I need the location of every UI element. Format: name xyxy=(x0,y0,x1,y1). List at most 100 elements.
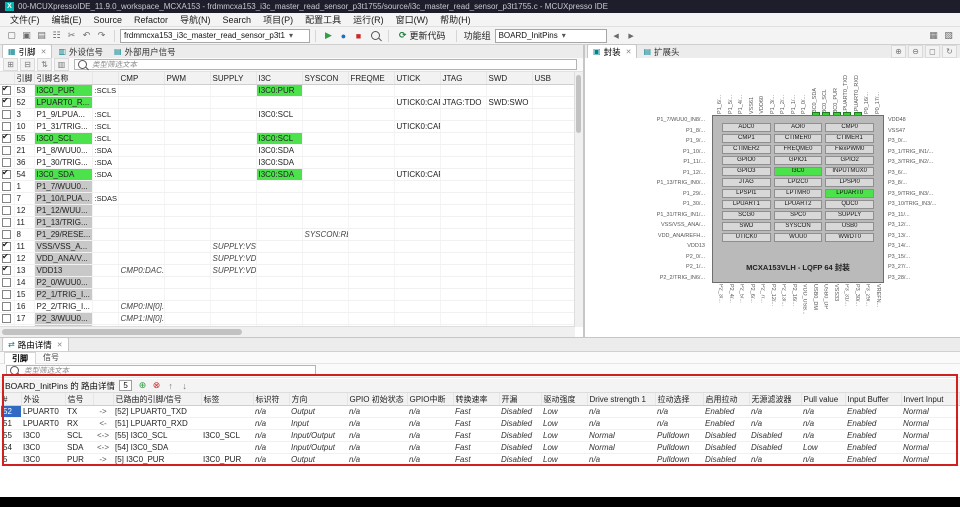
menu-item[interactable]: 配置工具 xyxy=(299,13,347,26)
pin-function-cell[interactable] xyxy=(532,228,575,241)
right-pin-label[interactable]: P3_9/TRIG_IN3/... xyxy=(888,189,933,200)
pin-checkbox[interactable] xyxy=(2,290,11,300)
pin-function-cell[interactable] xyxy=(394,312,441,325)
pin-function-cell[interactable] xyxy=(302,144,349,157)
pin-row[interactable]: 55 I3C0_SCL :SCL I3C0:SCL xyxy=(0,132,575,145)
routing-column-header[interactable]: 无源滤波器 xyxy=(749,393,802,406)
module-block[interactable]: LPTMR0 xyxy=(773,189,823,198)
pin-function-cell[interactable] xyxy=(302,180,349,193)
routing-cell[interactable]: Enabled xyxy=(845,417,901,430)
left-pin-label[interactable]: P1_10/... xyxy=(683,147,705,158)
pin-function-cell[interactable] xyxy=(532,156,575,169)
routing-cell[interactable]: PUR xyxy=(65,453,93,466)
subtab-pins[interactable]: 引脚 xyxy=(4,351,36,364)
tab-external-user-signals[interactable]: ▤ 外部用户信号 xyxy=(109,45,181,58)
tab-routing-details[interactable]: ⇄ 路由详情 ✕ xyxy=(2,337,69,351)
routing-column-header[interactable]: 拉动选择 xyxy=(655,393,704,406)
routing-cell[interactable]: TX xyxy=(65,405,93,418)
routing-cell[interactable]: Low xyxy=(541,417,587,430)
menu-item[interactable]: 窗口(W) xyxy=(390,13,435,26)
menu-item[interactable]: Refactor xyxy=(128,15,174,25)
pin-function-cell[interactable] xyxy=(164,156,211,169)
search-icon[interactable] xyxy=(368,29,383,43)
routing-cell[interactable]: n/a xyxy=(253,441,289,454)
pin-checkbox[interactable] xyxy=(2,194,11,204)
pin-function-cell[interactable] xyxy=(394,240,441,253)
routing-cell[interactable]: Pulldown xyxy=(655,453,703,466)
pin-function-cell[interactable] xyxy=(210,132,257,145)
module-block[interactable]: CMP0 xyxy=(825,123,874,132)
module-block[interactable]: SPC0 xyxy=(773,211,823,220)
pin-row[interactable]: 7 P1_10/LPUA... :SDAS xyxy=(0,192,575,205)
right-pin-label[interactable]: P3_0/... xyxy=(888,136,907,147)
pin-function-cell[interactable]: UTICK0:CAP... xyxy=(394,120,441,133)
routing-cell[interactable]: Disabled xyxy=(749,441,801,454)
top-pin-label[interactable]: P1_4/... xyxy=(736,58,747,114)
pin-function-cell[interactable] xyxy=(118,288,165,301)
pin-function-cell[interactable] xyxy=(256,216,303,229)
top-pin-label[interactable]: I3C0_SDA xyxy=(810,58,821,119)
run-icon[interactable]: ● xyxy=(336,29,351,43)
pins-column-header[interactable]: SUPPLY xyxy=(210,72,257,85)
menu-item[interactable]: 导航(N) xyxy=(174,13,217,26)
bottom-pin-label[interactable]: P2_5/... xyxy=(736,284,747,336)
module-block[interactable]: GPIO3 xyxy=(722,167,771,176)
pin-function-cell[interactable] xyxy=(486,240,533,253)
pins-horizontal-scrollbar[interactable] xyxy=(0,326,575,337)
pin-function-cell[interactable]: CMP0:DAC... xyxy=(118,264,165,277)
pin-function-cell[interactable] xyxy=(302,288,349,301)
pin-function-cell[interactable] xyxy=(348,180,395,193)
routing-cell[interactable]: n/a xyxy=(253,453,289,466)
pin-checkbox[interactable] xyxy=(2,110,11,120)
bottom-pin-label[interactable]: P2_13/... xyxy=(778,284,789,336)
right-pin-label[interactable]: P3_3/TRIG_IN2/... xyxy=(888,157,933,168)
pin-function-cell[interactable] xyxy=(532,312,575,325)
pin-function-cell[interactable] xyxy=(302,216,349,229)
pin-function-cell[interactable] xyxy=(118,144,165,157)
routing-row[interactable]: 51 LPUART0 RX <- [51] LPUART0_RXD n/a Input n/a… xyxy=(1,417,959,430)
pin-function-cell[interactable] xyxy=(440,180,487,193)
pin-row[interactable]: 36 P1_30/TRIG... :SDA I3C0:SDA xyxy=(0,156,575,169)
save-icon[interactable]: ▣ xyxy=(19,29,34,43)
pin-function-cell[interactable] xyxy=(440,120,487,133)
right-pin-label[interactable]: VSS47 xyxy=(888,126,905,137)
debug-icon[interactable]: ▶ xyxy=(321,29,336,43)
routing-cell[interactable]: Normal xyxy=(587,441,655,454)
pin-function-cell[interactable]: CMP1:IN[0]... xyxy=(118,312,165,325)
pin-row[interactable]: 54 I3C0_SDA :SDA I3C0:SDA UTICK0:CAP... xyxy=(0,168,575,181)
routing-cell[interactable]: Pulldown xyxy=(655,429,703,442)
pin-function-cell[interactable] xyxy=(486,204,533,217)
top-pin-label[interactable]: LPUART0_RXD xyxy=(852,58,863,119)
module-block[interactable]: GPIO2 xyxy=(825,156,874,165)
routing-cell[interactable]: n/a xyxy=(347,441,407,454)
pin-function-cell[interactable] xyxy=(302,192,349,205)
pin-function-cell[interactable] xyxy=(440,84,487,97)
pin-function-cell[interactable] xyxy=(164,132,211,145)
routing-cell[interactable]: n/a xyxy=(407,441,453,454)
top-pin-label[interactable]: P1_2/... xyxy=(778,58,789,114)
close-icon[interactable]: ✕ xyxy=(57,341,63,349)
routing-filter-input[interactable] xyxy=(22,365,312,376)
pin-function-cell[interactable] xyxy=(348,252,395,265)
pin-function-cell[interactable] xyxy=(210,288,257,301)
bottom-pin-label[interactable]: VSS33 xyxy=(831,284,842,336)
module-block[interactable]: JTAG xyxy=(722,178,771,187)
left-pin-label[interactable]: P2_2/TRIG_IN6/... xyxy=(660,273,705,284)
routing-cell[interactable]: Enabled xyxy=(703,417,749,430)
pin-function-cell[interactable] xyxy=(164,240,211,253)
bottom-pin-label[interactable]: P2_6/... xyxy=(747,284,758,336)
pin-function-cell[interactable] xyxy=(348,192,395,205)
pin-checkbox[interactable] xyxy=(2,218,11,228)
pin-function-cell[interactable]: SUPPLY:VSS... xyxy=(210,240,257,253)
pin-function-cell[interactable] xyxy=(440,288,487,301)
pin-function-cell[interactable] xyxy=(164,108,211,121)
pin-function-cell[interactable] xyxy=(394,264,441,277)
pin-function-cell[interactable] xyxy=(164,192,211,205)
bottom-pin-label[interactable]: USB0_DM xyxy=(810,284,821,336)
routing-cell[interactable]: n/a xyxy=(749,453,801,466)
bottom-pin-label[interactable]: VREFN... xyxy=(873,284,884,336)
routing-cell[interactable]: Enabled xyxy=(845,441,901,454)
pin-checkbox[interactable] xyxy=(2,158,11,168)
bottom-pin-label[interactable]: P3_29/... xyxy=(862,284,873,336)
routing-cell[interactable] xyxy=(201,417,253,430)
